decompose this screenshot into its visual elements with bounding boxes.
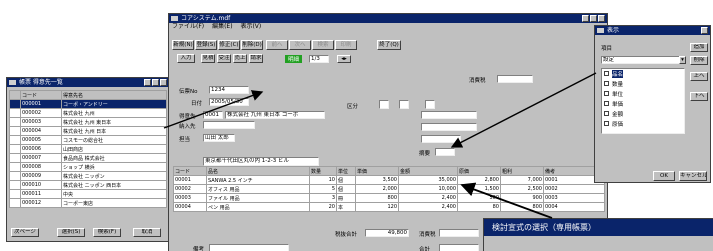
arrow-list-to-date	[163, 90, 264, 129]
arrow-settings-to-tax	[450, 72, 597, 148]
annotation-arrows	[163, 72, 597, 219]
arrow-popup-to-grid	[460, 182, 553, 219]
